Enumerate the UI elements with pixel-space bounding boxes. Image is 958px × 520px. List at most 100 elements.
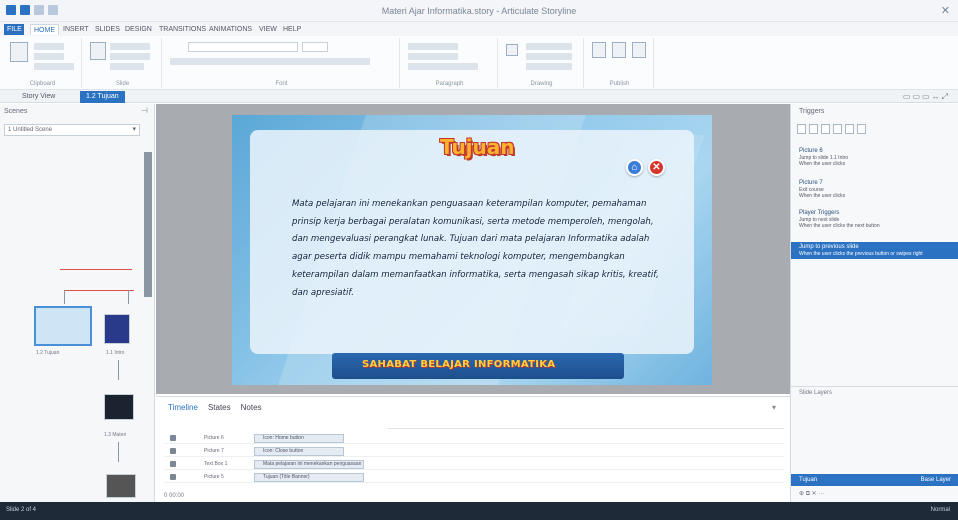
delete-trigger-icon[interactable]	[857, 124, 866, 134]
slide-thumbnail[interactable]	[104, 394, 134, 420]
eye-icon[interactable]	[170, 474, 176, 480]
trigger-item[interactable]: Picture 6 Jump to slide 1.1 Intro When t…	[799, 148, 949, 168]
window-close-icon[interactable]: ✕	[941, 4, 950, 17]
copy-trigger-icon[interactable]	[845, 124, 854, 134]
trigger-action: When the user clicks the previous button…	[799, 250, 923, 257]
scene-select[interactable]: 1 Untitled Scene ▾	[4, 124, 140, 136]
tab-notes[interactable]: Notes	[241, 403, 262, 412]
slide-title[interactable]: Tujuan	[440, 135, 515, 159]
shape-effect-button[interactable]	[526, 63, 572, 70]
thumb-label: 1.1 Intro	[106, 350, 125, 356]
timeline-row[interactable]: Picture 6 Icon: Home button	[164, 433, 784, 444]
close-button[interactable]: ✕	[648, 159, 665, 176]
layers-toolbar[interactable]: ⊕ ⧉ ✕ ···	[799, 490, 824, 498]
trigger-condition: When the user clicks the next button	[799, 223, 880, 229]
preview-icon[interactable]	[592, 42, 606, 58]
font-style-buttons[interactable]	[170, 58, 370, 65]
tab-design[interactable]: DESIGN	[122, 24, 155, 35]
view-controls-icon[interactable]: ▭▭▭↔⤢	[903, 92, 950, 102]
triggers-toolbar	[797, 122, 907, 136]
player-icon[interactable]	[632, 42, 646, 58]
paragraph-align-buttons[interactable]	[408, 63, 478, 70]
flow-connector	[64, 290, 134, 291]
tab-timeline[interactable]: Timeline	[168, 403, 198, 412]
triggers-panel-title: Triggers	[799, 108, 825, 115]
tab-current-slide[interactable]: 1.2 Tujuan	[80, 91, 125, 103]
flow-connector	[118, 360, 119, 380]
paste-icon[interactable]	[10, 42, 28, 62]
font-label: Font	[275, 81, 288, 87]
font-family-select[interactable]	[188, 42, 298, 52]
slide-group: Slide	[84, 38, 162, 88]
slide-body-text[interactable]: Mata pelajaran ini menekankan penguasaan…	[292, 196, 664, 302]
timeline-ruler[interactable]	[388, 419, 784, 429]
document-tabs: Story View 1.2 Tujuan ▭▭▭↔⤢	[0, 90, 958, 103]
new-slide-icon[interactable]	[90, 42, 106, 60]
trigger-item[interactable]: Player Triggers Jump to next slide When …	[799, 210, 949, 230]
tab-transitions[interactable]: TRANSITIONS	[156, 24, 209, 35]
move-up-icon[interactable]	[821, 124, 830, 134]
trigger-condition: When the user clicks	[799, 193, 846, 199]
layer-row-selected[interactable]: Tujuan Base Layer	[791, 474, 958, 486]
publish-group: Publish	[586, 38, 654, 88]
layer-type: Base Layer	[920, 477, 951, 483]
house-icon: ⌂	[631, 162, 638, 173]
home-button[interactable]: ⌂	[626, 159, 643, 176]
shape-fill-button[interactable]	[526, 43, 572, 50]
timeline-collapse-icon[interactable]: ▾	[772, 403, 776, 412]
scenes-panel-title: Scenes	[4, 108, 28, 115]
slide-thumbnail[interactable]	[106, 474, 136, 498]
new-trigger-icon[interactable]	[797, 124, 806, 134]
slide-thumbnail[interactable]	[104, 314, 130, 344]
eye-icon[interactable]	[170, 448, 176, 454]
slide-thumbnail[interactable]	[34, 306, 92, 346]
close-icon: ✕	[652, 162, 661, 173]
duplicate-button[interactable]	[110, 43, 150, 50]
row-bar[interactable]: Icon: Home button	[254, 434, 344, 443]
trigger-item[interactable]: Picture 7 Exit course When the user clic…	[799, 180, 949, 200]
scenes-scrollbar[interactable]	[144, 152, 152, 297]
trigger-item-selected[interactable]: Jump to previous slide When the user cli…	[791, 242, 958, 259]
slide-stage: Tujuan ⌂ ✕ Mata pelajaran ini menekankan…	[156, 104, 790, 394]
row-bar[interactable]: Icon: Close button	[254, 447, 344, 456]
format-painter-button[interactable]	[34, 63, 74, 70]
tab-animations[interactable]: ANIMATIONS	[206, 24, 255, 35]
drawing-label: Drawing	[530, 81, 553, 87]
timeline-row[interactable]: Text Box 1 Mata pelajaran ini menekankan…	[164, 459, 784, 470]
tab-help[interactable]: HELP	[280, 24, 304, 35]
shape-outline-button[interactable]	[526, 53, 572, 60]
tab-slides[interactable]: SLIDES	[92, 24, 123, 35]
copy-button[interactable]	[34, 53, 64, 60]
shapes-icon[interactable]	[506, 44, 518, 56]
scene-select-value: 1 Untitled Scene	[8, 127, 53, 133]
text-direction-button[interactable]	[408, 43, 458, 50]
timeline-footer: 0 00:00	[164, 493, 185, 499]
move-down-icon[interactable]	[833, 124, 842, 134]
cut-button[interactable]	[34, 43, 64, 50]
tab-insert[interactable]: INSERT	[60, 24, 92, 35]
trigger-condition: When the user clicks	[799, 161, 846, 167]
publish-icon[interactable]	[612, 42, 626, 58]
eye-icon[interactable]	[170, 435, 176, 441]
tab-home[interactable]: HOME	[30, 24, 59, 35]
timeline-row[interactable]: Picture 7 Icon: Close button	[164, 446, 784, 457]
layout-button[interactable]	[110, 53, 150, 60]
tab-file[interactable]: FILE	[4, 24, 24, 35]
slide-label: Slide	[115, 81, 130, 87]
row-bar[interactable]: Mata pelajaran ini menekankan penguasaan	[254, 460, 364, 469]
timeline-tabs: Timeline States Notes	[168, 403, 262, 412]
timeline-row[interactable]: Picture 5 Tujuan (Title Banner)	[164, 472, 784, 483]
pin-icon[interactable]: ⊣	[141, 106, 148, 115]
font-size-select[interactable]	[302, 42, 328, 52]
timeline-panel: Timeline States Notes ▾ Picture 6 Icon: …	[156, 396, 790, 502]
eye-icon[interactable]	[170, 461, 176, 467]
align-text-button[interactable]	[408, 53, 458, 60]
slide-canvas[interactable]: Tujuan ⌂ ✕ Mata pelajaran ini menekankan…	[232, 115, 712, 385]
tab-states[interactable]: States	[208, 403, 231, 412]
edit-trigger-icon[interactable]	[809, 124, 818, 134]
tab-view[interactable]: VIEW	[256, 24, 280, 35]
tab-story-view[interactable]: Story View	[16, 91, 61, 103]
reset-button[interactable]	[110, 63, 144, 70]
row-name: Picture 6	[204, 435, 224, 441]
row-bar[interactable]: Tujuan (Title Banner)	[254, 473, 364, 482]
